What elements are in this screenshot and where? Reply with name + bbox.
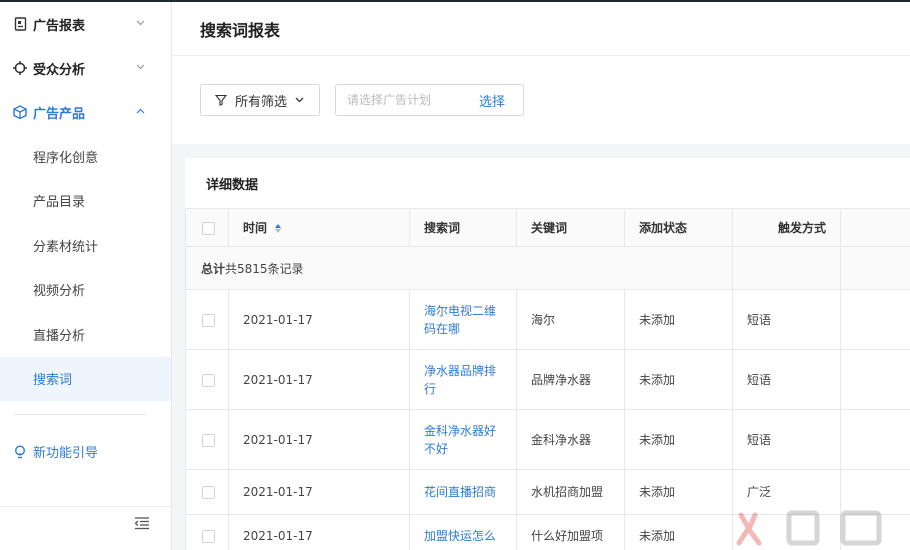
summary-row: 总计共5815条记录 [185,246,910,290]
row-select-cell [185,289,229,350]
date-cell: 2021-01-17 [228,409,410,470]
chevron-down-icon [136,63,145,73]
status-cell: 未添加 [624,349,733,410]
sidebar-item-search-terms[interactable]: 搜索词 [0,356,171,401]
status-cell: 未添加 [624,469,733,515]
date-cell: 2021-01-17 [228,349,410,410]
column-header-search-term: 搜索词 [409,208,517,247]
row-checkbox[interactable] [202,433,215,447]
date-cell: 2021-01-17 [228,469,410,515]
keyword-cell: 金科净水器 [516,409,625,470]
column-header-label: 时间 [243,221,268,235]
select-all-checkbox[interactable] [202,221,215,235]
chevron-down-icon [295,97,304,103]
sidebar-item-programmatic-creative[interactable]: 程序化创意 [0,134,171,179]
summary-text: 共5815条记录 [225,261,304,276]
date-cell: 2021-01-17 [228,289,410,350]
table-header-row: 时间 搜索词 关键词 添加状态 触发方式 展 [185,208,910,247]
page-title: 搜索词报表 [172,2,910,56]
sidebar-group-ad-products[interactable]: 广告产品 [0,90,171,134]
sidebar-divider [14,414,146,415]
search-term-link[interactable]: 海尔电视二维码在哪 [409,289,517,350]
keyword-cell: 什么好加盟项 [516,514,625,550]
chevron-down-icon [136,19,145,29]
table-row: 2021-01-17 净水器品牌排行 品牌净水器 未添加 短语 [185,349,910,410]
report-icon [13,17,27,31]
search-term-link[interactable]: 花间直播招商 [409,469,517,515]
table-cell [840,349,910,410]
table-cell [840,289,910,350]
status-cell: 未添加 [624,409,733,470]
keyword-cell: 水机招商加盟 [516,469,625,515]
search-term-link[interactable]: 净水器品牌排行 [409,349,517,410]
sidebar-item-video-analysis[interactable]: 视频分析 [0,268,171,313]
row-checkbox[interactable] [202,530,215,543]
collapse-menu-icon[interactable] [134,516,150,530]
row-checkbox[interactable] [202,486,215,499]
trigger-cell: 短语 [732,349,841,410]
lightbulb-icon [13,444,27,459]
sidebar-group-label: 受众分析 [33,62,86,78]
column-header-keyword: 关键词 [516,208,625,247]
table-cell [840,409,910,470]
watermark-logo [733,505,893,547]
sidebar-group-ad-report[interactable]: 广告报表 [0,2,171,46]
select-all-cell [185,208,229,247]
summary-label: 总计 [201,261,226,276]
status-cell: 未添加 [624,289,733,350]
column-header-trigger: 触发方式 [732,208,841,247]
all-filters-button[interactable]: 所有筛选 [200,84,320,116]
row-select-cell [185,409,229,470]
filter-icon [215,94,227,106]
crosshair-icon [13,61,27,75]
new-feature-guide-link[interactable]: 新功能引导 [13,442,98,461]
row-select-cell [185,469,229,515]
table-cell [732,246,841,290]
date-cell: 2021-01-17 [228,514,410,550]
sidebar-item-material-stats[interactable]: 分素材统计 [0,223,171,268]
search-term-link[interactable]: 金科净水器好不好 [409,409,517,470]
trigger-cell: 短语 [732,289,841,350]
row-checkbox[interactable] [202,373,215,387]
keyword-cell: 品牌净水器 [516,349,625,410]
main-content: 搜索词报表 所有筛选 选择 详细数据 时间 [172,2,910,550]
column-header-date[interactable]: 时间 [228,208,410,247]
ad-plan-input[interactable] [336,93,476,107]
sidebar: 广告报表 受众分析 广告产品 程序化创意 产品目录 分素材统计 视频分析 直播分… [0,2,172,550]
filter-bar: 所有筛选 选择 [172,56,910,144]
search-term-table: 时间 搜索词 关键词 添加状态 触发方式 展 总计共5815条记录 [185,208,910,550]
search-term-link[interactable]: 加盟快运怎么 [409,514,517,550]
trigger-cell: 短语 [732,409,841,470]
ad-plan-selector: 选择 [335,84,524,116]
sidebar-group-label: 广告产品 [33,106,86,122]
sidebar-group-label: 广告报表 [33,18,86,34]
keyword-cell: 海尔 [516,289,625,350]
table-cell [840,246,910,290]
sidebar-footer-divider [0,506,172,507]
sidebar-item-live-analysis[interactable]: 直播分析 [0,312,171,357]
summary-cell: 总计共5815条记录 [185,246,733,290]
detail-data-card: 详细数据 时间 搜索词 关键词 添加状态 触发方式 展 [185,158,910,550]
row-checkbox[interactable] [202,313,215,327]
all-filters-label: 所有筛选 [235,94,288,110]
table-row: 2021-01-17 海尔电视二维码在哪 海尔 未添加 短语 [185,289,910,350]
sidebar-group-audience[interactable]: 受众分析 [0,46,171,90]
status-cell: 未添加 [624,514,733,550]
section-title: 详细数据 [206,177,259,193]
column-header-add-status: 添加状态 [624,208,733,247]
new-feature-guide-label: 新功能引导 [33,446,99,461]
row-select-cell [185,349,229,410]
row-select-cell [185,514,229,550]
sort-icon[interactable] [275,224,282,233]
select-plan-button[interactable]: 选择 [479,91,505,110]
table-row: 2021-01-17 金科净水器好不好 金科净水器 未添加 短语 [185,409,910,470]
column-header-impressions: 展 [840,208,910,247]
chevron-up-icon [136,107,145,117]
cube-icon [13,105,27,119]
sidebar-item-product-catalog[interactable]: 产品目录 [0,179,171,224]
